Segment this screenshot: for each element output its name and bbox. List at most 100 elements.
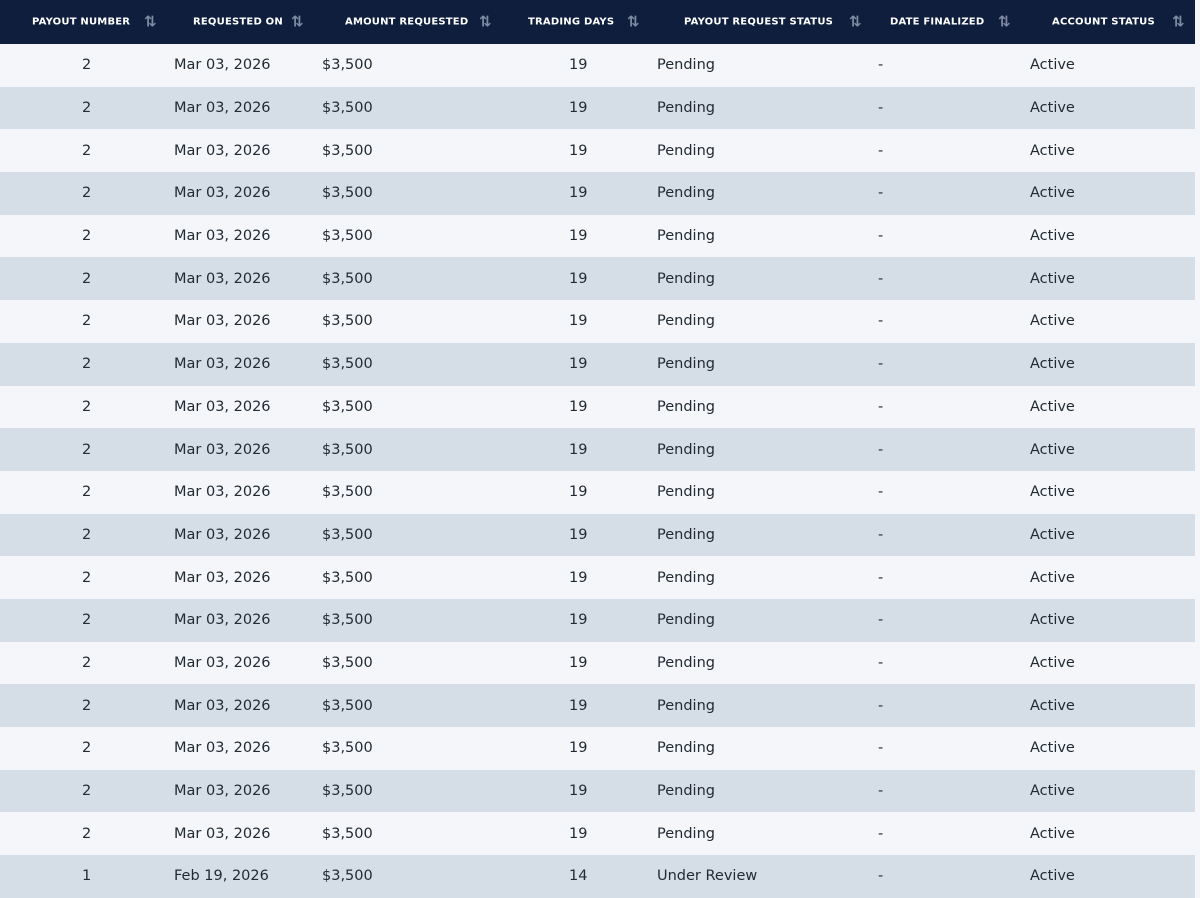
trading-days-cell: 19 — [569, 398, 588, 415]
table-row[interactable]: 2 Mar 03, 2026 $3,500 19 Pending - Active — [0, 428, 1195, 471]
sort-arrows-icon[interactable]: ⇅ — [144, 13, 157, 31]
column-header-requested-on[interactable]: Requested On ⇅ — [172, 0, 319, 44]
payout-request-status-cell: Pending — [657, 783, 715, 800]
table-row[interactable]: 2 Mar 03, 2026 $3,500 19 Pending - Active — [0, 769, 1195, 813]
account-status-cell: Active — [1030, 484, 1075, 501]
table-row[interactable]: 2 Mar 03, 2026 $3,500 19 Pending - Active — [0, 172, 1195, 215]
table-row[interactable]: 1 Feb 19, 2026 $3,500 14 Under Review - Active — [0, 855, 1195, 898]
column-header-amount-requested[interactable]: Amount Requested ⇅ — [319, 0, 525, 44]
account-status-cell: Active — [1030, 569, 1075, 586]
column-header-label: Trading Days — [528, 16, 615, 28]
payout-number-cell: 2 — [82, 356, 92, 373]
amount-requested-cell: $3,500 — [322, 228, 373, 245]
amount-requested-cell: $3,500 — [322, 398, 373, 415]
payout-number-cell: 2 — [82, 825, 92, 842]
sort-arrows-icon[interactable]: ⇅ — [291, 13, 304, 31]
date-finalized-cell: - — [878, 398, 884, 415]
account-status-cell: Active — [1030, 654, 1075, 671]
table-row[interactable]: 2 Mar 03, 2026 $3,500 19 Pending - Active — [0, 684, 1195, 727]
account-status-cell: Active — [1030, 57, 1075, 74]
account-status-cell: Active — [1030, 142, 1075, 159]
account-status-cell: Active — [1030, 868, 1075, 885]
column-header-payout-number[interactable]: Payout Number ⇅ — [0, 0, 172, 44]
payout-request-status-cell: Pending — [657, 484, 715, 501]
requested-on-cell: Mar 03, 2026 — [174, 441, 271, 458]
header-row: Payout Number ⇅ Requested On ⇅ Amount Re… — [0, 0, 1195, 44]
column-header-payout-request-status[interactable]: Payout Request Status ⇅ — [652, 0, 871, 44]
payout-number-cell: 2 — [82, 57, 92, 74]
trading-days-cell: 19 — [569, 57, 588, 74]
date-finalized-cell: - — [878, 825, 884, 842]
sort-arrows-icon[interactable]: ⇅ — [849, 13, 862, 31]
trading-days-cell: 19 — [569, 484, 588, 501]
payout-number-cell: 2 — [82, 441, 92, 458]
amount-requested-cell: $3,500 — [322, 57, 373, 74]
table-row[interactable]: 2 Mar 03, 2026 $3,500 19 Pending - Active — [0, 556, 1195, 599]
table-row[interactable]: 2 Mar 03, 2026 $3,500 19 Pending - Active — [0, 385, 1195, 429]
account-status-cell: Active — [1030, 100, 1075, 117]
table-row[interactable]: 2 Mar 03, 2026 $3,500 19 Pending - Active — [0, 129, 1195, 173]
payout-request-status-cell: Pending — [657, 398, 715, 415]
trading-days-cell: 19 — [569, 697, 588, 714]
account-status-cell: Active — [1030, 185, 1075, 202]
payout-number-cell: 2 — [82, 569, 92, 586]
column-header-label: Date Finalized — [890, 16, 985, 28]
date-finalized-cell: - — [878, 526, 884, 543]
payout-request-status-cell: Pending — [657, 569, 715, 586]
table-row[interactable]: 2 Mar 03, 2026 $3,500 19 Pending - Active — [0, 342, 1195, 386]
amount-requested-cell: $3,500 — [322, 612, 373, 629]
table-row[interactable]: 2 Mar 03, 2026 $3,500 19 Pending - Active — [0, 300, 1195, 343]
date-finalized-cell: - — [878, 697, 884, 714]
table-row[interactable]: 2 Mar 03, 2026 $3,500 19 Pending - Active — [0, 513, 1195, 557]
column-header-trading-days[interactable]: Trading Days ⇅ — [525, 0, 652, 44]
requested-on-cell: Mar 03, 2026 — [174, 825, 271, 842]
account-status-cell: Active — [1030, 228, 1075, 245]
payout-number-cell: 2 — [82, 100, 92, 117]
table-row[interactable]: 2 Mar 03, 2026 $3,500 19 Pending - Active — [0, 727, 1195, 770]
date-finalized-cell: - — [878, 100, 884, 117]
trading-days-cell: 19 — [569, 654, 588, 671]
amount-requested-cell: $3,500 — [322, 825, 373, 842]
requested-on-cell: Mar 03, 2026 — [174, 313, 271, 330]
column-header-account-status[interactable]: Account Status ⇅ — [1025, 0, 1195, 44]
payout-request-status-cell: Pending — [657, 612, 715, 629]
payout-number-cell: 2 — [82, 654, 92, 671]
table-row[interactable]: 2 Mar 03, 2026 $3,500 19 Pending - Active — [0, 641, 1195, 685]
table-row[interactable]: 2 Mar 03, 2026 $3,500 19 Pending - Active — [0, 44, 1195, 87]
payout-number-cell: 2 — [82, 526, 92, 543]
payout-request-status-cell: Pending — [657, 100, 715, 117]
amount-requested-cell: $3,500 — [322, 868, 373, 885]
account-status-cell: Active — [1030, 356, 1075, 373]
account-status-cell: Active — [1030, 697, 1075, 714]
payout-request-status-cell: Under Review — [657, 868, 758, 885]
payout-request-status-cell: Pending — [657, 740, 715, 757]
requested-on-cell: Mar 03, 2026 — [174, 484, 271, 501]
column-header-date-finalized[interactable]: Date Finalized ⇅ — [871, 0, 1025, 44]
amount-requested-cell: $3,500 — [322, 441, 373, 458]
requested-on-cell: Mar 03, 2026 — [174, 228, 271, 245]
table-row[interactable]: 2 Mar 03, 2026 $3,500 19 Pending - Active — [0, 598, 1195, 642]
payout-number-cell: 2 — [82, 142, 92, 159]
sort-arrows-icon[interactable]: ⇅ — [627, 13, 640, 31]
requested-on-cell: Mar 03, 2026 — [174, 270, 271, 287]
sort-arrows-icon[interactable]: ⇅ — [998, 13, 1011, 31]
trading-days-cell: 14 — [569, 868, 588, 885]
table-row[interactable]: 2 Mar 03, 2026 $3,500 19 Pending - Active — [0, 86, 1195, 130]
table-row[interactable]: 2 Mar 03, 2026 $3,500 19 Pending - Active — [0, 470, 1195, 514]
requested-on-cell: Mar 03, 2026 — [174, 100, 271, 117]
trading-days-cell: 19 — [569, 825, 588, 842]
date-finalized-cell: - — [878, 569, 884, 586]
account-status-cell: Active — [1030, 783, 1075, 800]
sort-arrows-icon[interactable]: ⇅ — [479, 13, 492, 31]
payout-number-cell: 2 — [82, 228, 92, 245]
requested-on-cell: Feb 19, 2026 — [174, 868, 269, 885]
column-header-label: Account Status — [1052, 16, 1155, 28]
table-row[interactable]: 2 Mar 03, 2026 $3,500 19 Pending - Active — [0, 812, 1195, 856]
amount-requested-cell: $3,500 — [322, 526, 373, 543]
account-status-cell: Active — [1030, 270, 1075, 287]
table-row[interactable]: 2 Mar 03, 2026 $3,500 19 Pending - Active — [0, 214, 1195, 258]
payout-number-cell: 2 — [82, 697, 92, 714]
sort-arrows-icon[interactable]: ⇅ — [1172, 13, 1185, 31]
requested-on-cell: Mar 03, 2026 — [174, 569, 271, 586]
table-row[interactable]: 2 Mar 03, 2026 $3,500 19 Pending - Active — [0, 257, 1195, 301]
